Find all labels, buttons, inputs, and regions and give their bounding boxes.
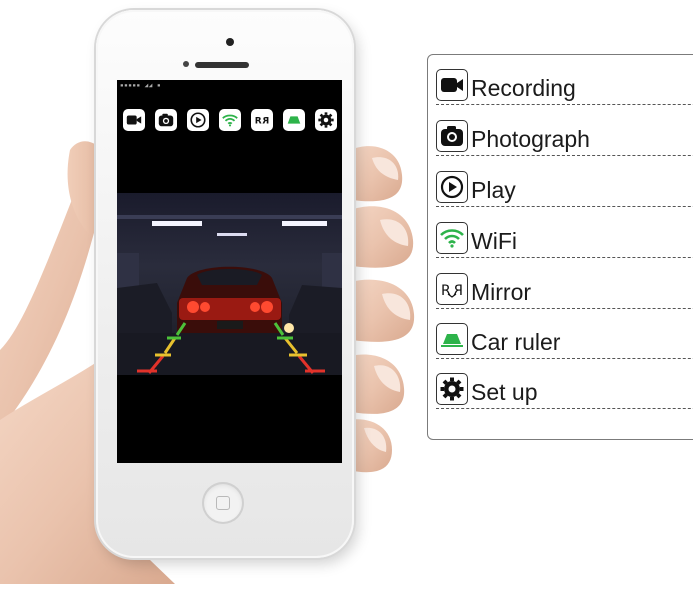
record-icon: [126, 115, 142, 125]
legend-label: Recording: [471, 75, 576, 101]
proximity-sensor: [183, 61, 189, 67]
camera-icon: [441, 125, 463, 146]
car-ruler-icon: [441, 333, 463, 347]
mirror-icon: R R: [255, 117, 269, 127]
legend-item-car-ruler: Car ruler: [436, 319, 693, 359]
record-button[interactable]: [123, 109, 145, 131]
gear-icon: [318, 112, 334, 128]
setup-button[interactable]: [315, 109, 337, 131]
svg-text:R: R: [441, 283, 451, 299]
record-icon: [441, 77, 463, 92]
wifi-icon: [440, 228, 464, 248]
camera-icon: [158, 113, 174, 127]
legend-label: Car ruler: [471, 329, 561, 355]
legend-item-photograph: Photograph: [436, 116, 693, 156]
legend-label: Mirror: [471, 279, 532, 305]
play-icon: [440, 175, 464, 198]
legend-item-mirror: R R Mirror: [436, 269, 693, 309]
front-camera: [226, 38, 234, 46]
svg-text:R: R: [453, 283, 463, 299]
feature-legend-panel: Recording Photograph Play WiFi R R Mirro…: [427, 54, 693, 440]
legend-icon-box: [436, 322, 468, 355]
gear-icon: [440, 377, 464, 400]
legend-item-recording: Recording: [436, 65, 693, 105]
rear-camera-feed: [117, 193, 342, 375]
legend-icon-box: R R: [436, 272, 468, 305]
mirror-button[interactable]: R R: [251, 109, 273, 131]
legend-icon-box: [436, 221, 468, 254]
phone-screen: ▪▪▪▪▪ ◢◢ ▪ R R: [117, 80, 342, 463]
legend-icon-box: [436, 68, 468, 101]
home-button-square-icon: [216, 496, 230, 510]
wifi-icon: [222, 114, 238, 127]
photograph-button[interactable]: [155, 109, 177, 131]
legend-label: WiFi: [471, 228, 517, 254]
legend-item-play: Play: [436, 167, 693, 207]
home-button[interactable]: [202, 482, 244, 524]
play-button[interactable]: [187, 109, 209, 131]
status-bar: ▪▪▪▪▪ ◢◢ ▪: [120, 82, 162, 89]
mirror-icon: R R: [441, 283, 463, 299]
svg-text:R: R: [262, 117, 269, 127]
legend-icon-box: [436, 372, 468, 405]
car-ruler-button[interactable]: [283, 109, 305, 131]
app-toolbar: R R: [123, 108, 337, 132]
legend-item-wifi: WiFi: [436, 218, 693, 258]
play-icon: [190, 112, 206, 128]
legend-label: Set up: [471, 379, 538, 405]
car-ruler-icon: [287, 116, 301, 124]
legend-icon-box: [436, 119, 468, 152]
wifi-button[interactable]: [219, 109, 241, 131]
svg-text:R: R: [255, 117, 262, 127]
legend-item-setup: Set up: [436, 369, 693, 409]
earpiece-speaker: [195, 62, 249, 68]
legend-label: Play: [471, 177, 516, 203]
legend-label: Photograph: [471, 126, 590, 152]
legend-icon-box: [436, 170, 468, 203]
